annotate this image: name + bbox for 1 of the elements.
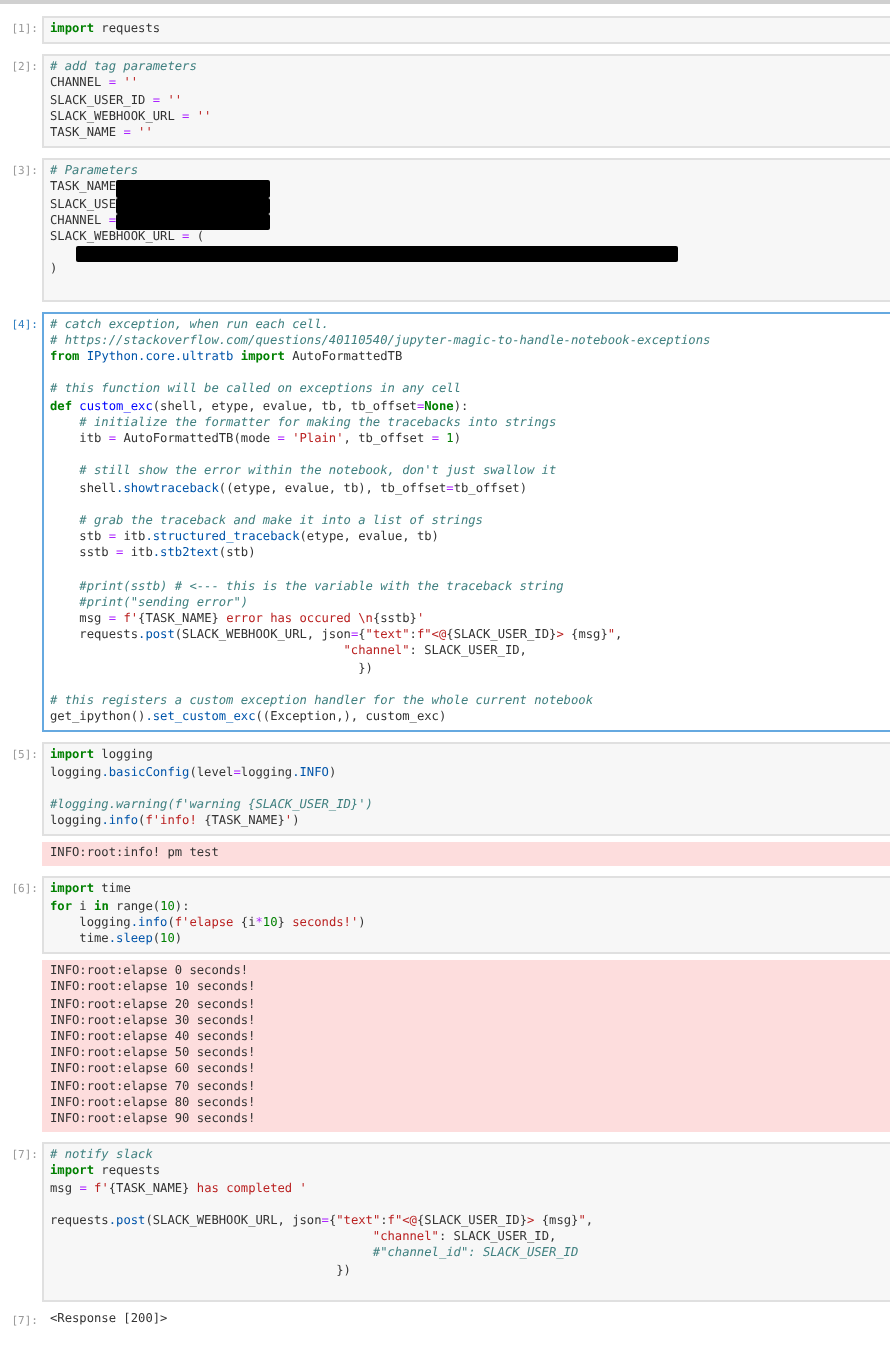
code-cell[interactable] bbox=[42, 311, 890, 733]
